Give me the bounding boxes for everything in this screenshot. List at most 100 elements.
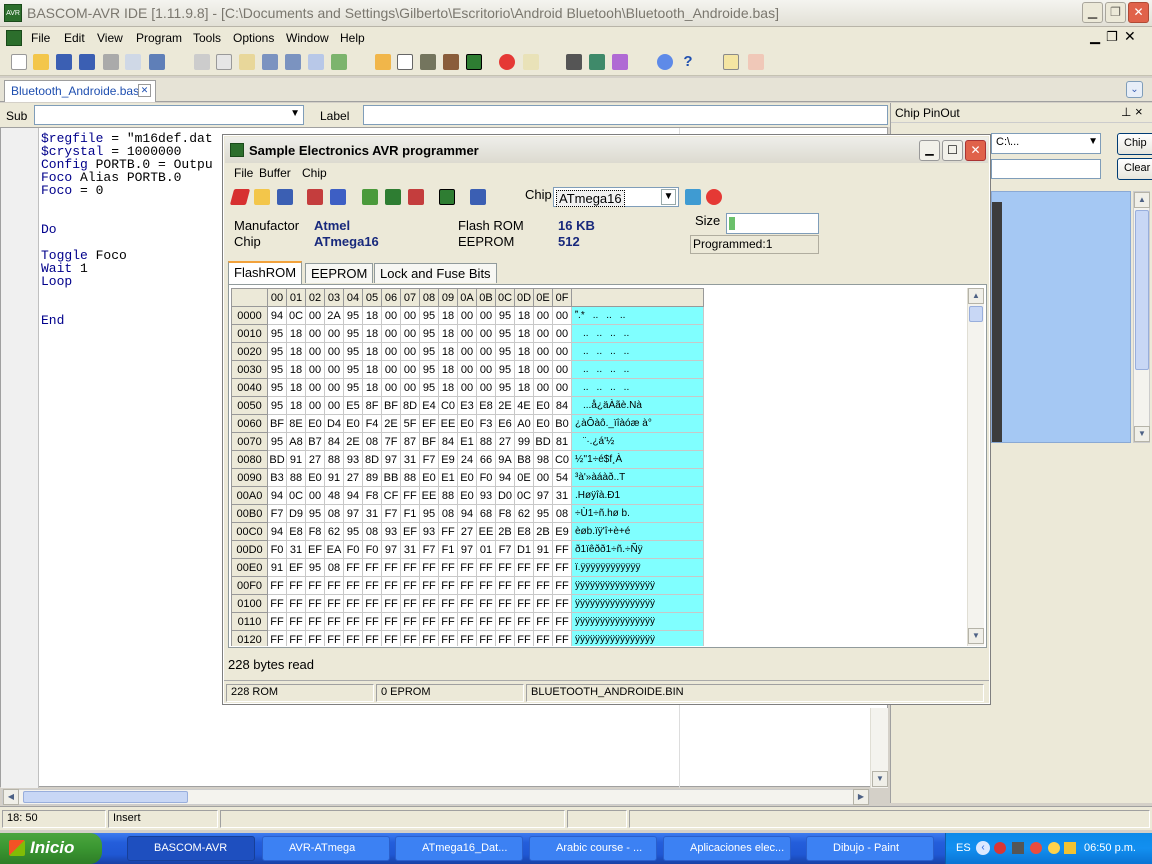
hex-byte[interactable]: 62: [514, 504, 534, 523]
hex-byte[interactable]: FF: [476, 630, 496, 646]
menu-file[interactable]: File: [31, 31, 50, 45]
hex-byte[interactable]: FF: [514, 594, 534, 613]
hex-byte[interactable]: FF: [343, 594, 363, 613]
hex-byte[interactable]: 95: [495, 324, 515, 343]
hex-byte[interactable]: 97: [457, 540, 477, 559]
hex-byte[interactable]: FF: [343, 576, 363, 595]
hex-byte[interactable]: FF: [457, 558, 477, 577]
hex-byte[interactable]: 27: [343, 468, 363, 487]
hex-byte[interactable]: 91: [267, 558, 287, 577]
hex-byte[interactable]: 00: [533, 324, 553, 343]
task-avr-atmega[interactable]: AVR-ATmega: [262, 836, 390, 861]
hex-byte[interactable]: 97: [381, 450, 401, 469]
hex-byte[interactable]: 0C: [514, 486, 534, 505]
hex-byte[interactable]: 5F: [400, 414, 420, 433]
close-button[interactable]: ✕: [1128, 2, 1149, 23]
minimize-button[interactable]: ▁: [1082, 2, 1103, 23]
code-line[interactable]: [41, 210, 213, 223]
hex-byte[interactable]: 62: [324, 522, 344, 541]
hex-byte[interactable]: 95: [343, 522, 363, 541]
hex-byte[interactable]: 00: [324, 396, 344, 415]
pinout-text-field[interactable]: [991, 159, 1101, 179]
hex-byte[interactable]: 95: [419, 360, 439, 379]
read-icon[interactable]: [362, 189, 378, 205]
hex-byte[interactable]: 88: [324, 450, 344, 469]
hex-byte[interactable]: FF: [457, 630, 477, 646]
hex-byte[interactable]: 18: [286, 360, 306, 379]
hex-byte[interactable]: 98: [533, 450, 553, 469]
hex-byte[interactable]: FF: [514, 630, 534, 646]
hex-byte[interactable]: 99: [514, 432, 534, 451]
hex-byte[interactable]: EF: [419, 414, 439, 433]
hex-byte[interactable]: FF: [457, 612, 477, 631]
hex-ascii[interactable]: ÿÿÿÿÿÿÿÿÿÿÿÿÿÿÿÿ: [571, 576, 704, 595]
hex-byte[interactable]: 08: [324, 558, 344, 577]
hex-byte[interactable]: 95: [419, 306, 439, 325]
hex-byte[interactable]: E5: [343, 396, 363, 415]
program-all-icon[interactable]: [307, 189, 323, 205]
hex-byte[interactable]: 18: [362, 324, 382, 343]
open-file-icon[interactable]: [33, 54, 49, 70]
graphic-icon[interactable]: [612, 54, 628, 70]
hex-byte[interactable]: 31: [400, 540, 420, 559]
hex-byte[interactable]: E1: [438, 468, 458, 487]
hex-byte[interactable]: FF: [438, 612, 458, 631]
hex-byte[interactable]: FF: [495, 630, 515, 646]
hex-byte[interactable]: FF: [362, 558, 382, 577]
hex-byte[interactable]: EA: [324, 540, 344, 559]
hex-byte[interactable]: E0: [533, 396, 553, 415]
hex-byte[interactable]: D4: [324, 414, 344, 433]
menu-help[interactable]: Help: [340, 31, 365, 45]
hex-byte[interactable]: 8D: [400, 396, 420, 415]
hex-byte[interactable]: 89: [362, 468, 382, 487]
hex-byte[interactable]: FF: [324, 594, 344, 613]
hex-ascii[interactable]: ½''1÷é$f¸À: [571, 450, 704, 469]
security-alert-icon[interactable]: [1030, 842, 1042, 854]
hex-byte[interactable]: 00: [476, 378, 496, 397]
menu-program[interactable]: Program: [136, 31, 182, 45]
chip-select-icon[interactable]: [439, 189, 455, 205]
pin-icon[interactable]: ⊥: [1121, 105, 1131, 119]
hex-byte[interactable]: 18: [514, 342, 534, 361]
hex-byte[interactable]: FF: [286, 594, 306, 613]
hex-byte[interactable]: 00: [381, 342, 401, 361]
hex-byte[interactable]: 95: [419, 324, 439, 343]
hex-byte[interactable]: FF: [324, 576, 344, 595]
scroll-down-icon[interactable]: ▼: [872, 771, 888, 787]
hex-byte[interactable]: FF: [267, 612, 287, 631]
programmer-minimize-button[interactable]: ▁: [919, 140, 940, 161]
code-line[interactable]: End: [41, 314, 213, 327]
hex-byte[interactable]: 95: [305, 558, 325, 577]
hex-table[interactable]: 00 01 02 03 04 05 06 07 08 09 0A 0B 0C 0D 0E 0F 0000 94 0…: [231, 288, 704, 646]
hex-byte[interactable]: FF: [533, 576, 553, 595]
hex-byte[interactable]: 00: [400, 360, 420, 379]
hex-byte[interactable]: 9A: [495, 450, 515, 469]
hex-row[interactable]: 0090 B3 88 E0 91 27 89 BB 88 E0 E1 E0 F0 94 0E 00 54 ³à'»…: [231, 468, 704, 487]
reset-icon[interactable]: [408, 189, 424, 205]
hex-byte[interactable]: E3: [457, 396, 477, 415]
hex-byte[interactable]: 95: [419, 342, 439, 361]
scroll-left-icon[interactable]: ◀: [3, 789, 19, 805]
hex-byte[interactable]: 00: [533, 342, 553, 361]
hex-byte[interactable]: 00: [305, 396, 325, 415]
syntax-check-icon[interactable]: [397, 54, 413, 70]
hex-byte[interactable]: 00: [400, 324, 420, 343]
code-area[interactable]: $regfile = "m16def.dat $crystal = 1000000…: [41, 132, 213, 327]
hex-byte[interactable]: 18: [514, 378, 534, 397]
hex-byte[interactable]: 97: [343, 504, 363, 523]
warning-icon[interactable]: [1064, 842, 1076, 854]
hex-byte[interactable]: E0: [533, 414, 553, 433]
hex-byte[interactable]: 87: [400, 432, 420, 451]
hex-byte[interactable]: F1: [400, 504, 420, 523]
hex-byte[interactable]: F4: [362, 414, 382, 433]
hex-byte[interactable]: 00: [533, 360, 553, 379]
hex-byte[interactable]: FF: [476, 558, 496, 577]
hex-byte[interactable]: 00: [305, 360, 325, 379]
chip-button[interactable]: Chip: [1117, 133, 1152, 155]
hex-byte[interactable]: FF: [419, 576, 439, 595]
detect-chip-icon[interactable]: [685, 189, 701, 205]
hex-byte[interactable]: FF: [343, 630, 363, 646]
hex-byte[interactable]: 27: [457, 522, 477, 541]
save-icon[interactable]: [56, 54, 72, 70]
hex-byte[interactable]: D9: [286, 504, 306, 523]
